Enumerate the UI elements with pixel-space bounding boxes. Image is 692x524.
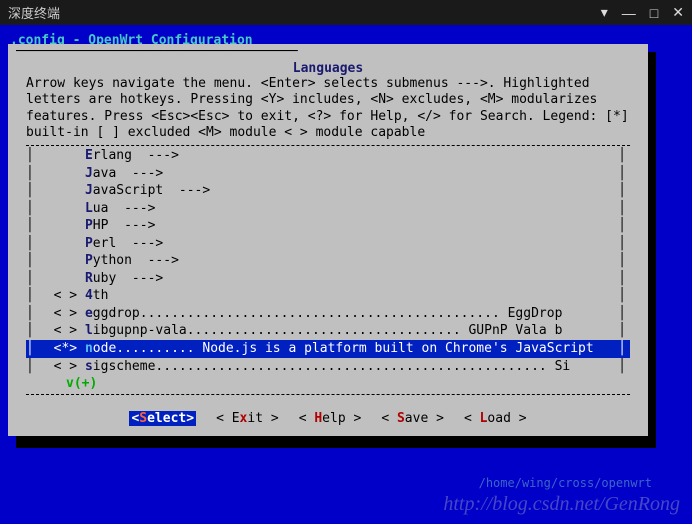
window-title: 深度终端 — [8, 3, 601, 22]
border-line: ──────────────────────────────────── — [16, 44, 640, 59]
terminal-area: .config - OpenWrt Configuration ────────… — [0, 25, 692, 524]
menu-item[interactable]: │ Lua --->│ — [26, 200, 630, 218]
menu-item[interactable]: │ JavaScript --->│ — [26, 182, 630, 200]
menu-item[interactable]: │ <*> node.......... Node.js is a platfo… — [26, 340, 630, 358]
menu-hotkey: R — [85, 270, 93, 288]
menu-hotkey: P — [85, 217, 93, 235]
menu-hotkey: 4 — [85, 287, 93, 305]
action-button[interactable]: < Exit > — [216, 411, 279, 426]
menu-item[interactable]: │ < > libgupnp-vala.....................… — [26, 322, 630, 340]
menu-item[interactable]: │ < > sigscheme.........................… — [26, 358, 630, 376]
dropdown-icon[interactable]: ▾ — [601, 4, 608, 21]
close-icon[interactable]: ✕ — [672, 4, 684, 21]
menu-item[interactable]: │ Java --->│ — [26, 165, 630, 183]
menu-hotkey: s — [85, 358, 93, 376]
menu-item[interactable]: │ Perl --->│ — [26, 235, 630, 253]
button-hotkey: H — [314, 411, 322, 426]
menuconfig-panel: ──────────────────────────────────── Lan… — [8, 44, 648, 436]
menu-item[interactable]: │ Python --->│ — [26, 252, 630, 270]
menu-item[interactable]: │ PHP --->│ — [26, 217, 630, 235]
menu-hotkey: E — [85, 147, 93, 165]
menu-hotkey: n — [85, 340, 93, 358]
menu-item[interactable]: │ < > 4th│ — [26, 287, 630, 305]
menu-hotkey: J — [85, 165, 93, 183]
action-button[interactable]: < Load > — [464, 411, 527, 426]
action-button[interactable]: < Save > — [381, 411, 444, 426]
maximize-icon[interactable]: □ — [650, 5, 658, 21]
menu-hotkey: L — [85, 200, 93, 218]
menu-list: │ Erlang --->││ Java --->││ JavaScript -… — [26, 145, 630, 395]
path-hint: /home/wing/cross/openwrt — [479, 476, 652, 490]
menu-item[interactable]: │ Ruby --->│ — [26, 270, 630, 288]
menu-hotkey: l — [85, 322, 93, 340]
button-row: <Select> < Exit > < Help > < Save > < Load > — [8, 405, 648, 436]
help-text: Arrow keys navigate the menu. <Enter> se… — [8, 76, 648, 141]
menu-hotkey: J — [85, 182, 93, 200]
window-controls: ▾ — □ ✕ — [601, 4, 684, 21]
menu-item[interactable]: │ Erlang --->│ — [26, 147, 630, 165]
menu-hotkey: P — [85, 252, 93, 270]
action-button[interactable]: < Help > — [299, 411, 362, 426]
menu-item[interactable]: │ < > eggdrop...........................… — [26, 305, 630, 323]
menu-hotkey: P — [85, 235, 93, 253]
select-button[interactable]: <Select> — [129, 411, 196, 426]
menu-hotkey: e — [85, 305, 93, 323]
button-hotkey: S — [397, 411, 405, 426]
minimize-icon[interactable]: — — [622, 5, 636, 21]
more-indicator: v(+) — [26, 375, 630, 393]
window-titlebar: 深度终端 ▾ — □ ✕ — [0, 0, 692, 25]
button-hotkey: S — [139, 411, 147, 426]
panel-title: Languages — [293, 61, 363, 76]
